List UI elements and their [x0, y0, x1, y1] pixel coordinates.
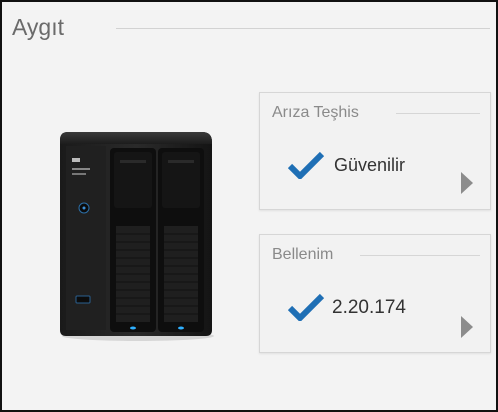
section-title: Aygıt — [12, 14, 64, 40]
diagnostics-title: Arıza Teşhis — [272, 104, 367, 122]
card-divider — [396, 113, 480, 114]
diagnostics-card[interactable]: Arıza Teşhis Güvenilir — [259, 92, 491, 210]
firmware-title: Bellenim — [272, 246, 342, 264]
firmware-version: 2.20.174 — [332, 297, 406, 318]
chevron-right-icon[interactable] — [460, 171, 474, 195]
section-divider — [116, 28, 490, 29]
chevron-right-icon[interactable] — [460, 315, 474, 339]
diagnostics-status: Güvenilir — [334, 155, 406, 175]
check-icon — [288, 151, 324, 179]
firmware-card[interactable]: Bellenim 2.20.174 — [259, 234, 491, 353]
card-divider — [360, 255, 480, 256]
device-panel: Aygıt Arıza Teşhis Güvenilir Bellenim 2.… — [0, 0, 498, 412]
check-icon — [288, 293, 324, 321]
nas-device-image — [60, 132, 214, 341]
